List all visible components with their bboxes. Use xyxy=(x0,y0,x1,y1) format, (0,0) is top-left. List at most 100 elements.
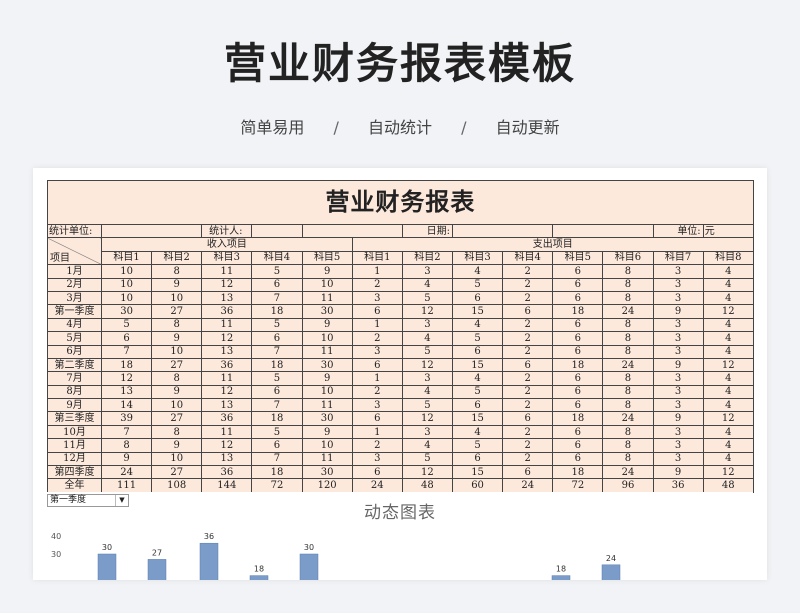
table-cell[interactable]: 8 xyxy=(602,264,654,279)
table-cell[interactable]: 3 xyxy=(652,317,704,333)
table-cell[interactable]: 3 xyxy=(652,290,704,306)
table-cell[interactable]: 2 xyxy=(502,424,554,440)
table-cell[interactable]: 3 xyxy=(351,290,403,306)
table-cell[interactable]: 8 xyxy=(602,331,654,346)
table-cell[interactable]: 6 xyxy=(552,344,604,359)
table-cell[interactable]: 13 xyxy=(201,451,253,467)
table-cell[interactable]: 4 xyxy=(702,371,754,386)
table-cell[interactable]: 3 xyxy=(652,398,704,413)
table-cell[interactable]: 9 xyxy=(151,384,203,400)
table-cell[interactable]: 27 xyxy=(151,357,203,373)
table-cell[interactable]: 2 xyxy=(351,277,403,292)
table-cell[interactable]: 12 xyxy=(702,465,754,480)
table-cell[interactable]: 3 xyxy=(652,451,704,467)
table-cell[interactable]: 7 xyxy=(251,398,303,413)
table-cell[interactable]: 15 xyxy=(451,465,504,480)
table-cell[interactable]: 24 xyxy=(100,465,153,480)
table-cell[interactable]: 36 xyxy=(652,478,704,493)
table-cell[interactable]: 3 xyxy=(351,344,403,359)
table-cell[interactable]: 5 xyxy=(401,344,453,359)
table-cell[interactable]: 24 xyxy=(502,478,554,493)
table-cell[interactable]: 3 xyxy=(351,398,403,413)
table-cell[interactable]: 72 xyxy=(552,478,604,493)
table-cell[interactable]: 10 xyxy=(100,264,153,279)
table-cell[interactable]: 8 xyxy=(602,344,654,359)
table-cell[interactable]: 111 xyxy=(100,478,153,493)
table-cell[interactable]: 4 xyxy=(702,290,754,306)
table-cell[interactable]: 9 xyxy=(301,371,353,386)
table-cell[interactable]: 5 xyxy=(401,398,453,413)
table-cell[interactable]: 4 xyxy=(401,277,453,292)
table-cell[interactable]: 30 xyxy=(301,357,353,373)
table-cell[interactable]: 27 xyxy=(151,411,203,426)
table-cell[interactable]: 96 xyxy=(602,478,654,493)
table-cell[interactable]: 4 xyxy=(702,331,754,346)
table-cell[interactable]: 3 xyxy=(652,264,704,279)
table-cell[interactable]: 2 xyxy=(351,384,403,400)
table-cell[interactable]: 10 xyxy=(151,290,203,306)
person-input[interactable] xyxy=(251,223,303,239)
table-cell[interactable]: 6 xyxy=(502,465,554,480)
table-cell[interactable]: 11 xyxy=(301,398,353,413)
table-cell[interactable]: 6 xyxy=(502,357,554,373)
table-cell[interactable]: 36 xyxy=(201,357,253,373)
table-cell[interactable]: 5 xyxy=(451,277,504,292)
table-cell[interactable]: 6 xyxy=(552,451,604,467)
table-cell[interactable]: 12 xyxy=(201,277,253,292)
table-cell[interactable]: 3 xyxy=(652,384,704,400)
table-cell[interactable]: 6 xyxy=(251,384,303,400)
table-cell[interactable]: 8 xyxy=(602,398,654,413)
table-cell[interactable]: 9 xyxy=(652,465,704,480)
table-cell[interactable]: 7 xyxy=(251,451,303,467)
table-cell[interactable]: 9 xyxy=(151,277,203,292)
table-cell[interactable]: 8 xyxy=(602,384,654,400)
date-input[interactable] xyxy=(451,223,554,239)
table-cell[interactable]: 10 xyxy=(301,331,353,346)
table-cell[interactable]: 3 xyxy=(401,424,453,440)
table-cell[interactable]: 5 xyxy=(451,438,504,453)
table-cell[interactable]: 6 xyxy=(552,317,604,333)
table-cell[interactable]: 8 xyxy=(151,264,203,279)
table-cell[interactable]: 24 xyxy=(602,357,654,373)
unit-input[interactable] xyxy=(100,223,203,239)
table-cell[interactable]: 3 xyxy=(401,371,453,386)
table-cell[interactable]: 6 xyxy=(451,398,504,413)
table-cell[interactable]: 10 xyxy=(301,384,353,400)
table-cell[interactable]: 2 xyxy=(351,438,403,453)
table-cell[interactable]: 12 xyxy=(401,357,453,373)
table-cell[interactable]: 18 xyxy=(100,357,153,373)
table-cell[interactable]: 6 xyxy=(552,438,604,453)
table-cell[interactable]: 1 xyxy=(351,317,403,333)
table-cell[interactable]: 3 xyxy=(652,438,704,453)
table-cell[interactable]: 12 xyxy=(401,304,453,319)
table-cell[interactable]: 3 xyxy=(401,317,453,333)
table-cell[interactable]: 6 xyxy=(351,357,403,373)
table-cell[interactable]: 30 xyxy=(301,465,353,480)
table-cell[interactable]: 10 xyxy=(301,438,353,453)
table-cell[interactable]: 30 xyxy=(301,304,353,319)
table-cell[interactable]: 3 xyxy=(401,264,453,279)
table-cell[interactable]: 8 xyxy=(100,438,153,453)
table-cell[interactable]: 12 xyxy=(401,411,453,426)
table-cell[interactable]: 2 xyxy=(502,384,554,400)
table-cell[interactable]: 10 xyxy=(301,277,353,292)
table-cell[interactable]: 120 xyxy=(301,478,353,493)
table-cell[interactable]: 3 xyxy=(351,451,403,467)
table-cell[interactable]: 24 xyxy=(602,304,654,319)
table-cell[interactable]: 6 xyxy=(552,424,604,440)
table-cell[interactable]: 6 xyxy=(451,451,504,467)
table-cell[interactable]: 48 xyxy=(702,478,754,493)
table-cell[interactable]: 30 xyxy=(100,304,153,319)
table-cell[interactable]: 6 xyxy=(100,331,153,346)
table-cell[interactable]: 7 xyxy=(100,344,153,359)
table-cell[interactable]: 9 xyxy=(151,331,203,346)
currency-value[interactable]: 元 xyxy=(702,223,754,239)
table-cell[interactable]: 3 xyxy=(652,371,704,386)
table-cell[interactable]: 10 xyxy=(100,277,153,292)
table-cell[interactable]: 6 xyxy=(351,304,403,319)
table-cell[interactable]: 12 xyxy=(201,331,253,346)
table-cell[interactable]: 11 xyxy=(201,264,253,279)
table-cell[interactable]: 24 xyxy=(602,465,654,480)
table-cell[interactable]: 27 xyxy=(151,465,203,480)
table-cell[interactable]: 7 xyxy=(251,344,303,359)
